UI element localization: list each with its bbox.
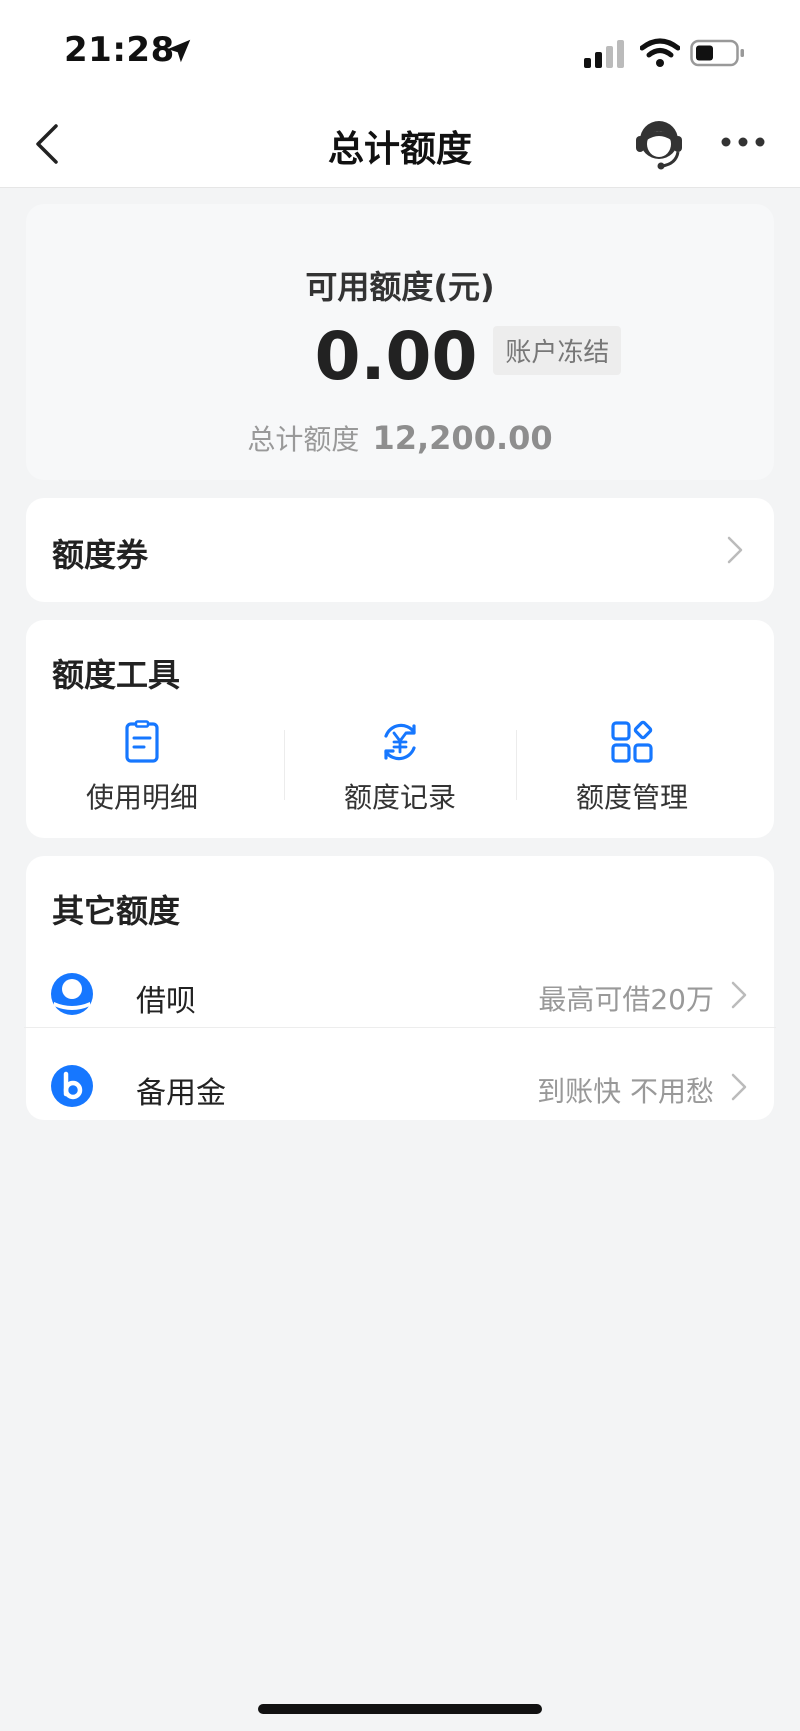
beiyongjin-icon bbox=[51, 1065, 93, 1107]
status-bar: 21:28 bbox=[0, 0, 800, 100]
tool-credit-records[interactable]: 额度记录 bbox=[284, 720, 516, 816]
jiebei-icon bbox=[51, 973, 93, 1015]
credit-coupon-entry[interactable]: 额度券 bbox=[26, 498, 774, 602]
balance-card: 可用额度(元) 0.00 账户冻结 总计额度 12,200.00 bbox=[26, 204, 774, 480]
yuan-cycle-icon bbox=[384, 723, 416, 761]
row-name: 借呗 bbox=[136, 984, 196, 1019]
available-credit-row: 0.00 账户冻结 bbox=[26, 316, 774, 396]
total-credit-line: 总计额度 12,200.00 bbox=[26, 418, 774, 458]
other-credit-card: 其它额度 借呗 最高可借20万 备用金 到账快 不用愁 bbox=[26, 856, 774, 1120]
divider bbox=[24, 1027, 776, 1028]
total-credit-value: 12,200.00 bbox=[372, 419, 553, 457]
more-options-icon[interactable] bbox=[720, 130, 766, 154]
account-frozen-badge: 账户冻结 bbox=[493, 325, 622, 375]
tool-label: 额度管理 bbox=[575, 781, 688, 814]
available-credit-value: 0.00 bbox=[314, 317, 478, 395]
total-credit-label: 总计额度 bbox=[247, 423, 360, 456]
grid-manage-icon bbox=[611, 720, 653, 763]
tool-usage-details[interactable]: 使用明细 bbox=[26, 720, 258, 816]
nav-bar: 总计额度 bbox=[0, 100, 800, 188]
chevron-right-icon bbox=[727, 536, 743, 564]
chevron-right-icon bbox=[731, 981, 747, 1009]
home-indicator bbox=[258, 1704, 542, 1714]
location-arrow-icon bbox=[167, 39, 191, 63]
row-name: 备用金 bbox=[136, 1076, 226, 1111]
row-hint: 到账快 不用愁 bbox=[537, 1075, 714, 1108]
list-item-beiyongjin[interactable]: 备用金 到账快 不用愁 bbox=[50, 1042, 750, 1132]
credit-tools-card: 额度工具 使用明细 额度记录 额度管理 bbox=[26, 620, 774, 838]
row-hint: 最高可借20万 bbox=[538, 983, 714, 1016]
battery-icon bbox=[690, 39, 744, 67]
chevron-right-icon bbox=[731, 1073, 747, 1101]
cellular-signal-icon bbox=[584, 40, 624, 68]
tool-label: 额度记录 bbox=[343, 781, 456, 814]
status-time: 21:28 bbox=[64, 30, 175, 70]
credit-coupon-title: 额度券 bbox=[52, 536, 149, 574]
customer-service-icon[interactable] bbox=[632, 114, 686, 172]
credit-tools-title: 额度工具 bbox=[52, 656, 181, 694]
other-credit-title: 其它额度 bbox=[52, 892, 181, 930]
tool-label: 使用明细 bbox=[85, 781, 198, 814]
tool-credit-management[interactable]: 额度管理 bbox=[516, 720, 748, 816]
wifi-icon bbox=[640, 38, 680, 67]
document-list-icon bbox=[125, 720, 159, 763]
available-credit-label: 可用额度(元) bbox=[305, 268, 495, 306]
